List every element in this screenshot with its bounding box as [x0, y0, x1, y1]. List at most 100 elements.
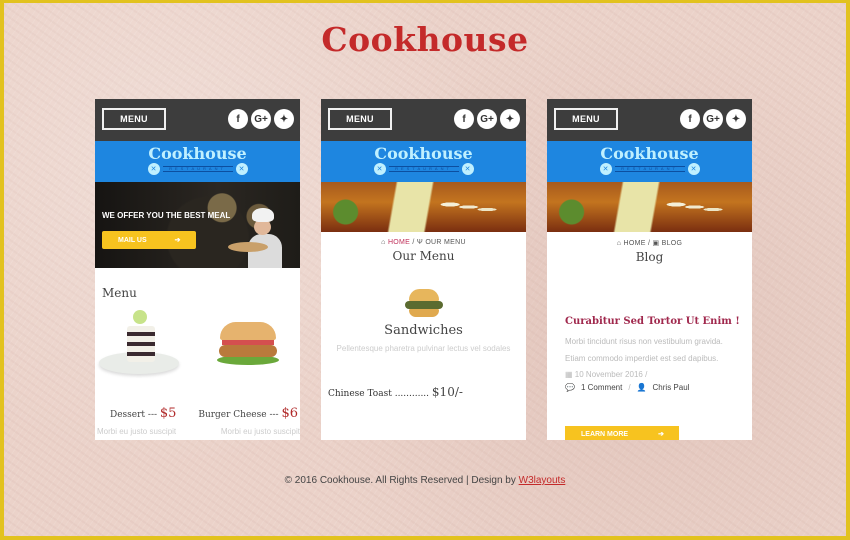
- footer: © 2016 Cookhouse. All Rights Reserved | …: [0, 475, 850, 486]
- twitter-icon[interactable]: ✦: [500, 109, 520, 129]
- dish-name: Dessert: [110, 410, 146, 420]
- page-title: Blog: [635, 250, 664, 264]
- facebook-icon[interactable]: f: [454, 109, 474, 129]
- cutlery-icon: ✕: [147, 163, 160, 175]
- dish-desc: Morbi eu justo suscipit: [220, 427, 300, 436]
- category-title: Sandwiches: [384, 323, 463, 338]
- dish-price: $5: [159, 406, 177, 421]
- facebook-icon[interactable]: f: [680, 109, 700, 129]
- menu-item: Chinese Toast ............ $10/-: [321, 357, 526, 399]
- google-plus-icon[interactable]: G+: [703, 109, 723, 129]
- comments-icon: 💬: [565, 383, 575, 392]
- dish-sep: ---: [269, 410, 279, 420]
- sandwich-image: [404, 289, 443, 319]
- user-icon: 👤: [636, 383, 647, 392]
- cutlery-icon: ✕: [235, 163, 248, 175]
- top-bar: MENU f G+ ✦: [95, 99, 300, 141]
- cutlery-icon: ✕: [599, 163, 612, 175]
- brand-logo: Cookhouse: [600, 144, 699, 163]
- menu-button[interactable]: MENU: [328, 108, 392, 130]
- page-title: Our Menu: [392, 249, 455, 263]
- phone-screen-home: MENU f G+ ✦ Cookhouse ✕ RESTAURANT ✕ WE …: [95, 99, 300, 440]
- brand-subtitle-text: RESTAURANT: [388, 166, 459, 172]
- dish-name: Burger Cheese: [198, 410, 267, 420]
- burger-image[interactable]: [217, 322, 279, 372]
- post-meta-row: 💬 1 Comment / 👤 Chris Paul: [565, 383, 690, 392]
- mail-us-button[interactable]: MAIL US ➔: [102, 231, 196, 249]
- breadcrumb-current: OUR MENU: [425, 239, 466, 246]
- phone-screen-our-menu: MENU f G+ ✦ Cookhouse ✕ RESTAURANT ✕ ⌂ H…: [321, 99, 526, 440]
- banner-image: [321, 182, 526, 232]
- cutlery-icon: ✕: [687, 163, 700, 175]
- breadcrumb-home[interactable]: HOME: [624, 240, 646, 247]
- post-excerpt: Morbi tincidunt risus non vestibulum gra…: [565, 337, 723, 363]
- arrow-icon: ➔: [658, 431, 664, 438]
- dish-item: Dessert --- $5: [110, 406, 176, 421]
- menu-button[interactable]: MENU: [554, 108, 618, 130]
- brand-header[interactable]: Cookhouse ✕ RESTAURANT ✕: [95, 141, 300, 182]
- mail-us-label: MAIL US: [118, 236, 147, 244]
- item-dots: ............: [394, 389, 430, 399]
- dessert-image[interactable]: [99, 308, 179, 384]
- home-icon: ⌂: [381, 239, 386, 246]
- learn-more-button[interactable]: LEARN MORE ➔: [565, 426, 679, 440]
- hero-banner: WE OFFER YOU THE BEST MEAL MAIL US ➔: [95, 182, 300, 268]
- brand-subtitle: ✕ RESTAURANT ✕: [373, 163, 474, 175]
- brand-logo: Cookhouse: [374, 144, 473, 163]
- cutlery-icon: Ψ: [416, 239, 424, 246]
- post-date: 10 November 2016: [574, 370, 643, 379]
- breadcrumb-home[interactable]: HOME: [388, 239, 410, 246]
- breadcrumb-current: BLOG: [661, 240, 683, 247]
- learn-more-label: LEARN MORE: [581, 430, 629, 438]
- image-icon: ▣: [652, 240, 660, 247]
- brand-subtitle: ✕ RESTAURANT ✕: [599, 163, 700, 175]
- item-price: $10/-: [431, 385, 463, 399]
- top-bar: MENU f G+ ✦: [547, 99, 752, 141]
- dish-images: [95, 308, 300, 388]
- post-author[interactable]: Chris Paul: [653, 383, 690, 392]
- home-icon: ⌂: [616, 240, 622, 247]
- brand-header[interactable]: Cookhouse ✕ RESTAURANT ✕: [321, 141, 526, 182]
- dish-descriptions: Morbi eu justo suscipit Morbi eu justo s…: [95, 427, 300, 436]
- arrow-icon: ➔: [174, 237, 181, 244]
- brand-subtitle-text: RESTAURANT: [614, 166, 685, 172]
- dish-item: Burger Cheese --- $6: [198, 406, 298, 421]
- twitter-icon[interactable]: ✦: [274, 109, 294, 129]
- post-title[interactable]: Curabitur Sed Tortor Ut Enim !: [547, 264, 752, 327]
- item-name: Chinese Toast: [328, 389, 392, 399]
- cutlery-icon: ✕: [461, 163, 474, 175]
- dish-desc: Morbi eu justo suscipit: [97, 427, 177, 436]
- post-date-row: ▦ 10 November 2016 /: [565, 370, 648, 379]
- social-links: f G+ ✦: [454, 109, 520, 129]
- breadcrumb-sep: /: [647, 240, 651, 247]
- banner-image: [547, 182, 752, 232]
- site-title: Cookhouse: [321, 20, 529, 59]
- google-plus-icon[interactable]: G+: [251, 109, 271, 129]
- breadcrumb-sep: /: [412, 239, 415, 246]
- brand-subtitle-text: RESTAURANT: [162, 166, 233, 172]
- dish-price: $6: [281, 406, 298, 421]
- breadcrumb: ⌂ HOME / ▣ BLOG: [547, 239, 752, 247]
- dish-labels: Dessert --- $5 Burger Cheese --- $6: [95, 406, 300, 421]
- brand-subtitle: ✕ RESTAURANT ✕: [147, 163, 248, 175]
- phone-screen-blog: MENU f G+ ✦ Cookhouse ✕ RESTAURANT ✕ ⌂ H…: [547, 99, 752, 440]
- hero-tagline: WE OFFER YOU THE BEST MEAL: [102, 211, 231, 220]
- calendar-icon: ▦: [565, 370, 573, 379]
- dish-sep: ---: [147, 410, 158, 420]
- section-title: Menu: [102, 286, 137, 300]
- category-desc: Pellentesque pharetra pulvinar lectus ve…: [336, 344, 511, 353]
- brand-logo: Cookhouse: [148, 144, 247, 163]
- social-links: f G+ ✦: [228, 109, 294, 129]
- social-links: f G+ ✦: [680, 109, 746, 129]
- twitter-icon[interactable]: ✦: [726, 109, 746, 129]
- google-plus-icon[interactable]: G+: [477, 109, 497, 129]
- menu-button[interactable]: MENU: [102, 108, 166, 130]
- facebook-icon[interactable]: f: [228, 109, 248, 129]
- footer-link[interactable]: W3layouts: [519, 475, 566, 486]
- top-bar: MENU f G+ ✦: [321, 99, 526, 141]
- brand-header[interactable]: Cookhouse ✕ RESTAURANT ✕: [547, 141, 752, 182]
- footer-text: © 2016 Cookhouse. All Rights Reserved | …: [284, 475, 519, 486]
- breadcrumb: ⌂ HOME / Ψ OUR MENU: [321, 239, 526, 246]
- post-comments[interactable]: 1 Comment: [581, 383, 622, 392]
- cutlery-icon: ✕: [373, 163, 386, 175]
